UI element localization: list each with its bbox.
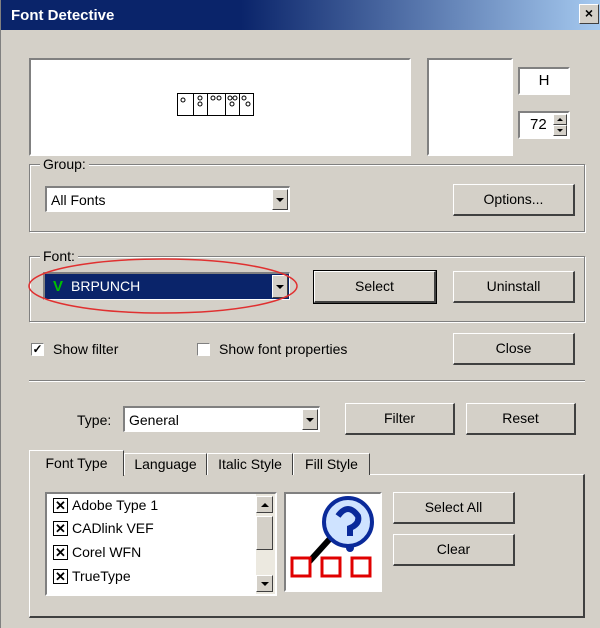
tab-fill-style-label: Fill Style: [305, 456, 358, 472]
list-item-label: TrueType: [72, 568, 131, 584]
uninstall-button[interactable]: Uninstall: [453, 271, 575, 303]
arrow-up-icon: [260, 502, 269, 507]
font-dropdown-value: BRPUNCH: [71, 278, 141, 294]
checkbox-icon[interactable]: ✕: [53, 544, 68, 560]
group-dropdown-value: All Fonts: [51, 192, 106, 208]
select-button-label: Select: [355, 278, 394, 294]
list-item[interactable]: ✕ Adobe Type 1: [53, 497, 158, 514]
preview-glyphs: [177, 93, 254, 116]
select-all-button-label: Select All: [424, 499, 483, 515]
group-legend: Group:: [40, 156, 89, 172]
font-dropdown-arrow[interactable]: [272, 275, 288, 298]
font-dropdown[interactable]: V BRPUNCH: [43, 272, 290, 300]
check-icon: ✓: [32, 342, 43, 356]
arrow-down-icon: [260, 581, 269, 586]
spin-down-button[interactable]: [553, 125, 567, 136]
scroll-down-button[interactable]: [256, 575, 273, 592]
font-type-marker: V: [53, 278, 64, 295]
checkbox-icon[interactable]: ✕: [53, 497, 68, 513]
list-item[interactable]: ✕ Corel WFN: [53, 544, 141, 561]
spin-down-icon: [557, 128, 563, 132]
font-size-value: 72: [530, 116, 547, 133]
scroll-thumb[interactable]: [256, 516, 273, 550]
close-button[interactable]: Close: [453, 333, 575, 365]
checkbox-icon[interactable]: ✕: [53, 520, 68, 536]
list-item-label: CADlink VEF: [72, 520, 154, 536]
tab-font-type-label: Font Type: [45, 455, 108, 471]
font-type-list[interactable]: ✕ Adobe Type 1 ✕ CADlink VEF ✕ Corel WFN ✕ T…: [45, 492, 277, 596]
type-label: Type:: [77, 412, 112, 428]
window-title: Font Detective: [11, 7, 115, 24]
uninstall-button-label: Uninstall: [486, 278, 541, 294]
list-item-label: Adobe Type 1: [72, 497, 159, 513]
select-all-button[interactable]: Select All: [393, 492, 515, 524]
list-item-label: Corel WFN: [72, 544, 142, 560]
select-button[interactable]: Select: [313, 270, 437, 304]
font-detective-window: Font Detective × H 72 Group: All Fonts O…: [0, 0, 600, 628]
show-filter-checkbox[interactable]: ✓: [31, 343, 44, 356]
magnifier-icon: [290, 496, 374, 578]
font-preview-pane: [29, 58, 411, 156]
filter-button-label: Filter: [383, 410, 416, 426]
list-scrollbar[interactable]: [256, 494, 275, 594]
type-dropdown-arrow[interactable]: [302, 409, 318, 430]
chevron-down-icon: [306, 417, 314, 422]
list-item[interactable]: ✕ TrueType: [53, 568, 131, 585]
filter-button[interactable]: Filter: [345, 403, 455, 435]
preview-char-field[interactable]: H: [518, 67, 570, 95]
group-dropdown-arrow[interactable]: [272, 189, 288, 210]
chevron-down-icon: [276, 197, 284, 202]
font-legend: Font:: [40, 248, 78, 264]
checkbox-icon[interactable]: ✕: [53, 568, 68, 584]
type-dropdown[interactable]: General: [123, 406, 320, 432]
close-window-button[interactable]: ×: [579, 4, 599, 24]
clear-button-label: Clear: [436, 541, 471, 557]
options-button[interactable]: Options...: [453, 184, 575, 216]
list-item[interactable]: ✕ CADlink VEF: [53, 520, 154, 537]
tab-italic-style-label: Italic Style: [218, 456, 282, 472]
tab-language-label: Language: [134, 456, 197, 472]
clear-button[interactable]: Clear: [393, 534, 515, 566]
preview-char-value: H: [538, 72, 550, 89]
group-dropdown[interactable]: All Fonts: [45, 186, 290, 212]
options-button-label: Options...: [483, 191, 544, 207]
close-icon: ×: [584, 5, 594, 21]
tab-italic-style[interactable]: Italic Style: [207, 453, 293, 475]
spin-up-button[interactable]: [553, 114, 567, 125]
show-font-properties-label: Show font properties: [219, 341, 348, 357]
reset-button[interactable]: Reset: [466, 403, 576, 435]
spin-up-icon: [557, 117, 563, 121]
font-size-spinner[interactable]: 72: [518, 111, 570, 139]
scroll-up-button[interactable]: [256, 496, 273, 513]
title-bar[interactable]: Font Detective ×: [1, 0, 600, 30]
show-font-properties-checkbox[interactable]: [197, 343, 210, 356]
close-button-label: Close: [495, 340, 532, 356]
tab-language[interactable]: Language: [124, 453, 207, 475]
reset-button-label: Reset: [502, 410, 539, 426]
font-type-icon-pane: [284, 492, 382, 592]
type-dropdown-value: General: [129, 412, 179, 428]
chevron-down-icon: [276, 284, 284, 289]
char-preview-pane: [427, 58, 513, 156]
tab-fill-style[interactable]: Fill Style: [293, 453, 370, 475]
divider: [29, 380, 585, 382]
tab-font-type[interactable]: Font Type: [29, 450, 124, 476]
show-filter-label: Show filter: [53, 341, 119, 357]
